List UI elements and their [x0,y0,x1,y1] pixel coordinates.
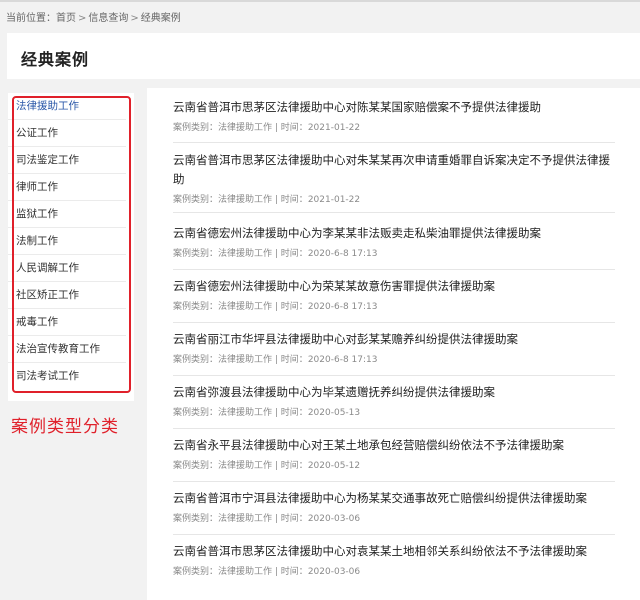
sidebar-item-legal-education[interactable]: 法治宣传教育工作 [8,336,126,363]
sidebar-item-legal-aid[interactable]: 法律援助工作 [8,93,126,120]
case-time: 2020-6-8 17:13 [307,355,378,365]
case-category: 法律援助工作 [218,461,273,471]
case-time-label: 时间： [280,461,308,471]
case-title-link[interactable]: 云南省永平县法律援助中心对王某土地承包经营赔偿纠纷依法不予法律援助案 [173,436,615,455]
case-time-label: 时间： [280,514,308,524]
case-time-label: 时间： [280,567,308,577]
sidebar-item-prison[interactable]: 监狱工作 [8,201,126,228]
case-item: 云南省丽江市华坪县法律援助中心对彭某某赡养纠纷提供法律援助案 案例类别：法律援助… [173,330,615,376]
case-time-label: 时间： [280,123,308,133]
sidebar-item-mediation[interactable]: 人民调解工作 [8,255,126,282]
case-list: 云南省普洱市思茅区法律援助中心对陈某某国家赔偿案不予提供法律援助 案例类别：法律… [147,88,640,600]
breadcrumb-current[interactable]: 经典案例 [141,13,181,24]
case-category: 法律援助工作 [218,567,273,577]
top-divider [0,0,640,2]
case-item: 云南省弥渡县法律援助中心为毕某遗赠抚养纠纷提供法律援助案 案例类别：法律援助工作… [173,383,615,429]
case-time: 2020-05-12 [307,461,361,471]
sidebar-item-judicial-exam[interactable]: 司法考试工作 [8,363,126,390]
breadcrumb: 当前位置：首页 > 信息查询 > 经典案例 [6,9,181,24]
page-title-box: 经典案例 [7,33,640,79]
case-time: 2021-01-22 [307,123,361,133]
case-meta: 案例类别：法律援助工作 | 时间：2021-01-22 [173,195,361,205]
case-title-link[interactable]: 云南省普洱市思茅区法律援助中心对朱某某再次申请重婚罪自诉案决定不予提供法律援助 [173,151,615,189]
case-item: 云南省永平县法律援助中心对王某土地承包经营赔偿纠纷依法不予法律援助案 案例类别：… [173,436,615,482]
case-meta: 案例类别：法律援助工作 | 时间：2020-03-06 [173,567,361,577]
case-title-link[interactable]: 云南省普洱市思茅区法律援助中心对袁某某土地相邻关系纠纷依法不予法律援助案 [173,542,615,561]
case-category-label: 案例类别： [173,123,219,133]
sidebar-item-drug-rehab[interactable]: 戒毒工作 [8,309,126,336]
case-category: 法律援助工作 [218,408,273,418]
case-category: 法律援助工作 [218,302,273,312]
page-title: 经典案例 [21,50,90,69]
case-time-label: 时间： [280,355,308,365]
case-meta: 案例类别：法律援助工作 | 时间：2020-6-8 17:13 [173,302,378,312]
breadcrumb-home-link[interactable]: 首页 [56,13,76,24]
sidebar-item-community-correction[interactable]: 社区矫正工作 [8,282,126,309]
case-time: 2020-05-13 [307,408,361,418]
case-time: 2020-03-06 [307,514,361,524]
case-meta: 案例类别：法律援助工作 | 时间：2021-01-22 [173,123,361,133]
case-category: 法律援助工作 [218,355,273,365]
case-title-link[interactable]: 云南省德宏州法律援助中心为荣某某故意伤害罪提供法律援助案 [173,277,615,296]
case-item: 云南省普洱市思茅区法律援助中心对袁某某土地相邻关系纠纷依法不予法律援助案 案例类… [173,542,615,588]
case-meta: 案例类别：法律援助工作 | 时间：2020-6-8 17:13 [173,355,378,365]
breadcrumb-separator: > [78,13,87,24]
case-category-label: 案例类别： [173,302,219,312]
sidebar-item-lawyer[interactable]: 律师工作 [8,174,126,201]
case-category-label: 案例类别： [173,567,219,577]
breadcrumb-separator: > [130,13,139,24]
case-time: 2020-6-8 17:13 [307,302,378,312]
case-meta: 案例类别：法律援助工作 | 时间：2020-05-12 [173,461,361,471]
case-category-label: 案例类别： [173,195,219,205]
case-item: 云南省普洱市思茅区法律援助中心对陈某某国家赔偿案不予提供法律援助 案例类别：法律… [173,98,615,143]
case-category-label: 案例类别： [173,514,219,524]
case-category-label: 案例类别： [173,461,219,471]
case-title-link[interactable]: 云南省德宏州法律援助中心为李某某非法贩卖走私柴油罪提供法律援助案 [173,224,615,243]
case-category-label: 案例类别： [173,249,219,259]
case-title-link[interactable]: 云南省弥渡县法律援助中心为毕某遗赠抚养纠纷提供法律援助案 [173,383,615,402]
case-item: 云南省普洱市宁洱县法律援助中心为杨某某交通事故死亡赔偿纠纷提供法律援助案 案例类… [173,489,615,535]
case-category-label: 案例类别： [173,355,219,365]
sidebar-item-notary[interactable]: 公证工作 [8,120,126,147]
case-meta: 案例类别：法律援助工作 | 时间：2020-05-13 [173,408,361,418]
case-time-label: 时间： [280,249,308,259]
case-item: 云南省德宏州法律援助中心为李某某非法贩卖走私柴油罪提供法律援助案 案例类别：法律… [173,224,615,270]
case-time-label: 时间： [280,408,308,418]
case-item: 云南省普洱市思茅区法律援助中心对朱某某再次申请重婚罪自诉案决定不予提供法律援助 … [173,151,615,213]
case-meta: 案例类别：法律援助工作 | 时间：2020-6-8 17:13 [173,249,378,259]
case-time: 2020-03-06 [307,567,361,577]
sidebar-list: 法律援助工作 公证工作 司法鉴定工作 律师工作 监狱工作 法制工作 人民调解工作… [8,93,134,390]
case-time: 2020-6-8 17:13 [307,249,378,259]
case-category: 法律援助工作 [218,195,273,205]
case-item: 云南省德宏州法律援助中心为荣某某故意伤害罪提供法律援助案 案例类别：法律援助工作… [173,277,615,323]
case-category: 法律援助工作 [218,514,273,524]
case-time: 2021-01-22 [307,195,361,205]
case-title-link[interactable]: 云南省丽江市华坪县法律援助中心对彭某某赡养纠纷提供法律援助案 [173,330,615,349]
breadcrumb-info-query-link[interactable]: 信息查询 [88,13,128,24]
case-title-link[interactable]: 云南省普洱市宁洱县法律援助中心为杨某某交通事故死亡赔偿纠纷提供法律援助案 [173,489,615,508]
case-category: 法律援助工作 [218,249,273,259]
case-time-label: 时间： [280,302,308,312]
case-time-label: 时间： [280,195,308,205]
sidebar-item-legislation[interactable]: 法制工作 [8,228,126,255]
sidebar-item-judicial-appraisal[interactable]: 司法鉴定工作 [8,147,126,174]
case-category-label: 案例类别： [173,408,219,418]
breadcrumb-prefix: 当前位置： [6,13,56,24]
case-category: 法律援助工作 [218,123,273,133]
case-title-link[interactable]: 云南省普洱市思茅区法律援助中心对陈某某国家赔偿案不予提供法律援助 [173,98,615,117]
category-sidebar: 法律援助工作 公证工作 司法鉴定工作 律师工作 监狱工作 法制工作 人民调解工作… [8,93,134,401]
case-meta: 案例类别：法律援助工作 | 时间：2020-03-06 [173,514,361,524]
annotation-label: 案例类型分类 [11,417,119,437]
